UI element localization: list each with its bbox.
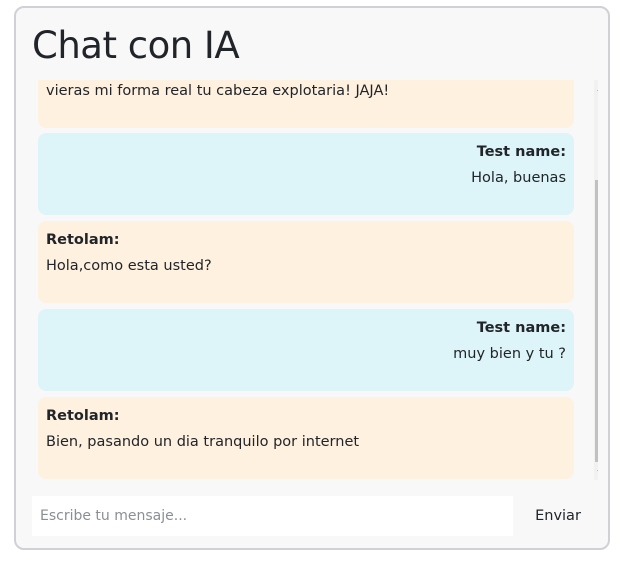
page-title: Chat con IA [32,24,240,67]
message-item-ai: vieras mi forma real tu cabeza explotari… [38,80,574,128]
send-button[interactable]: Enviar [526,496,590,536]
message-item-ai: Retolam: Hola,como esta usted? [38,221,574,303]
message-author: Retolam: [46,232,120,248]
message-text: vieras mi forma real tu cabeza explotari… [46,83,390,99]
message-text: Bien, pasando un dia tranquilo por inter… [46,434,360,450]
chat-card: Chat con IA vieras mi forma real tu cabe… [14,6,610,550]
message-text: Hola, buenas [471,170,566,186]
composer: Enviar [32,496,598,536]
message-text: Hola,como esta usted? [46,258,212,274]
chevron-down-icon[interactable] [594,464,598,480]
chat-scrollbar[interactable] [594,80,598,480]
message-author: Retolam: [46,408,120,424]
scroll-thumb[interactable] [595,180,598,462]
message-item-user: Test name: Hola, buenas [38,133,574,215]
message-item-user: Test name: muy bien y tu ? [38,309,574,391]
message-text: muy bien y tu ? [453,346,566,362]
message-author: Test name: [476,144,566,160]
message-author: Test name: [476,320,566,336]
chat-messages-area[interactable]: vieras mi forma real tu cabeza explotari… [32,80,598,480]
chevron-up-icon[interactable] [594,80,598,96]
message-item-ai: Retolam: Bien, pasando un dia tranquilo … [38,397,574,479]
message-input[interactable] [32,496,513,536]
